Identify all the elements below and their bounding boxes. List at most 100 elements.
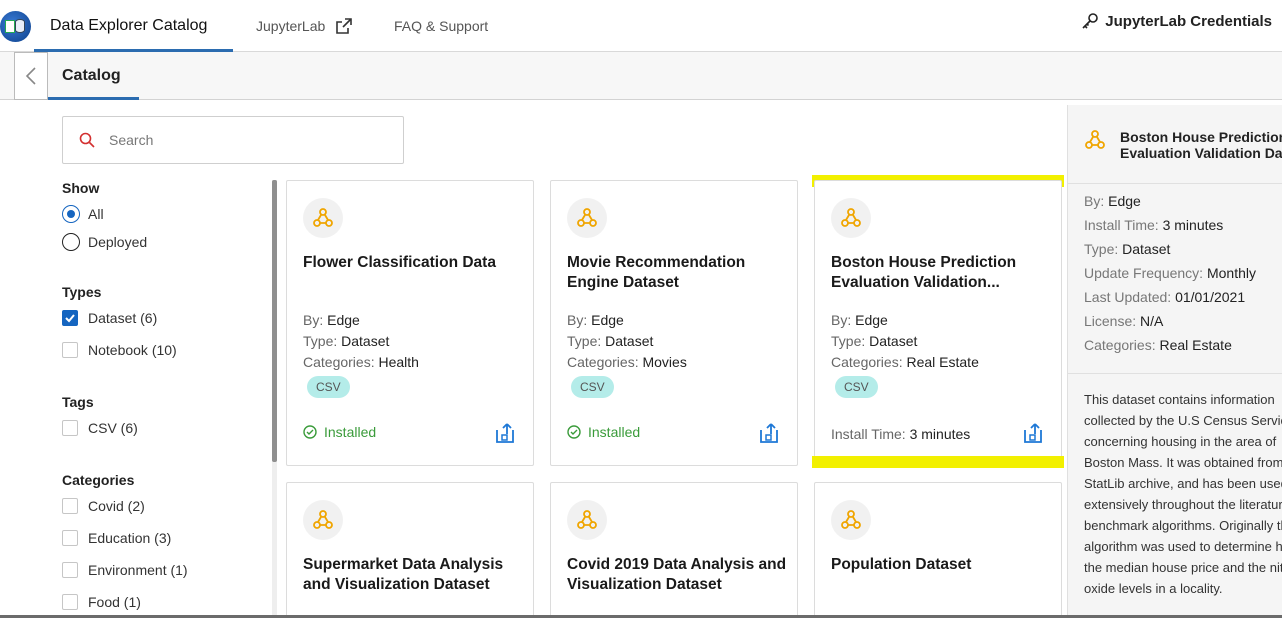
card-title: Movie Recommendation Engine Dataset [567, 254, 746, 291]
dataset-icon [831, 198, 871, 238]
sub-nav: Catalog [0, 52, 1282, 100]
checkbox[interactable] [62, 530, 78, 546]
tab-label: Catalog [62, 67, 121, 84]
csv-tag: CSV [307, 376, 350, 398]
back-button[interactable] [14, 52, 48, 100]
type-filter-dataset[interactable]: Dataset (6) [62, 310, 157, 326]
checkmark-icon [65, 314, 75, 323]
dataset-icon [567, 198, 607, 238]
checkbox[interactable] [62, 562, 78, 578]
installed-status: Installed [303, 424, 376, 440]
type-filter-notebook[interactable]: Notebook (10) [62, 342, 177, 358]
dataset-card[interactable]: Covid 2019 Data Analysis and Visualizati… [550, 482, 798, 618]
jupyterlab-credentials-button[interactable]: JupyterLab Credentials [1081, 12, 1272, 30]
option-label: CSV (6) [88, 420, 138, 436]
card-title: Covid 2019 Data Analysis and Visualizati… [567, 556, 787, 593]
tab-jupyterlab[interactable]: JupyterLab [256, 0, 353, 52]
csv-tag: CSV [571, 376, 614, 398]
dataset-icon [831, 500, 871, 540]
top-nav: Data Explorer Catalog JupyterLab FAQ & S… [0, 0, 1282, 52]
card-title: Flower Classification Data [303, 254, 496, 271]
deploy-icon[interactable] [757, 421, 781, 445]
card-by: By: Edge [303, 312, 360, 328]
tab-label: FAQ & Support [394, 18, 489, 34]
installed-status: Installed [567, 424, 640, 440]
card-title: Supermarket Data Analysis and Visualizat… [303, 556, 504, 593]
tab-label: Data Explorer Catalog [50, 17, 208, 34]
credentials-label: JupyterLab Credentials [1105, 12, 1272, 30]
category-filter-environment[interactable]: Environment (1) [62, 562, 188, 578]
card-categories: Categories: Health [303, 354, 419, 370]
filter-scrollbar-thumb[interactable] [272, 180, 277, 462]
show-option-all[interactable]: All [62, 205, 104, 223]
option-label: Deployed [88, 234, 148, 250]
detail-update-frequency: Update Frequency: Monthly [1084, 265, 1256, 281]
highlight-mark-bottom [812, 456, 1064, 468]
search-input[interactable] [109, 132, 379, 148]
card-title: Boston House Prediction Evaluation Valid… [831, 254, 1017, 291]
tab-catalog[interactable]: Catalog [48, 52, 139, 100]
card-type: Type: Dataset [831, 333, 918, 349]
search-box[interactable] [62, 116, 404, 164]
show-option-deployed[interactable]: Deployed [62, 233, 147, 251]
deploy-icon[interactable] [493, 421, 517, 445]
detail-panel: Boston House Prediction Evaluation Valid… [1067, 105, 1282, 618]
dataset-card[interactable]: Population Dataset [814, 482, 1062, 618]
csv-tag: CSV [835, 376, 878, 398]
checkbox[interactable] [62, 342, 78, 358]
dataset-card[interactable]: Flower Classification Data By: Edge Type… [286, 180, 534, 466]
category-filter-education[interactable]: Education (3) [62, 530, 171, 546]
dataset-icon [1085, 130, 1105, 149]
dataset-card[interactable]: Movie Recommendation Engine Dataset By: … [550, 180, 798, 466]
tag-filter-csv[interactable]: CSV (6) [62, 420, 138, 436]
deploy-icon[interactable] [1021, 421, 1045, 445]
option-label: Notebook (10) [88, 342, 177, 358]
divider [1068, 183, 1282, 184]
dataset-card-selected[interactable]: Boston House Prediction Evaluation Valid… [814, 180, 1062, 466]
dataset-icon [303, 198, 343, 238]
tab-label: JupyterLab [256, 18, 326, 34]
types-heading: Types [62, 284, 102, 300]
tab-data-explorer-catalog[interactable]: Data Explorer Catalog [33, 0, 234, 52]
checkbox-checked[interactable] [62, 310, 78, 326]
tags-heading: Tags [62, 394, 94, 410]
dataset-card[interactable]: Supermarket Data Analysis and Visualizat… [286, 482, 534, 618]
show-heading: Show [62, 180, 100, 196]
card-categories: Categories: Real Estate [831, 354, 979, 370]
check-circle-icon [567, 425, 581, 439]
detail-title: Boston House Prediction Evaluation Valid… [1120, 129, 1282, 161]
radio-selected[interactable] [62, 205, 80, 223]
card-type: Type: Dataset [303, 333, 390, 349]
detail-categories: Categories: Real Estate [1084, 337, 1232, 353]
categories-heading: Categories [62, 472, 135, 488]
checkbox[interactable] [62, 498, 78, 514]
option-label: Dataset (6) [88, 310, 158, 326]
option-label: All [88, 206, 104, 222]
external-link-icon [336, 18, 353, 34]
option-label: Education (3) [88, 530, 172, 546]
install-time: Install Time: 3 minutes [831, 426, 971, 442]
category-filter-food[interactable]: Food (1) [62, 594, 141, 610]
chevron-left-icon [25, 67, 36, 85]
dataset-icon [303, 500, 343, 540]
search-icon [79, 132, 95, 148]
option-label: Environment (1) [88, 562, 188, 578]
card-categories: Categories: Movies [567, 354, 687, 370]
checkbox[interactable] [62, 420, 78, 436]
divider [1068, 373, 1282, 374]
card-title: Population Dataset [831, 556, 972, 573]
tab-faq-support[interactable]: FAQ & Support [394, 0, 488, 52]
checkbox[interactable] [62, 594, 78, 610]
card-type: Type: Dataset [567, 333, 654, 349]
option-label: Covid (2) [88, 498, 145, 514]
category-filter-covid[interactable]: Covid (2) [62, 498, 145, 514]
key-icon [1082, 13, 1099, 29]
detail-install-time: Install Time: 3 minutes [1084, 217, 1224, 233]
card-by: By: Edge [831, 312, 888, 328]
dataset-icon [567, 500, 607, 540]
detail-type: Type: Dataset [1084, 241, 1171, 257]
app-logo-icon[interactable] [0, 11, 31, 42]
option-label: Food (1) [88, 594, 141, 610]
detail-last-updated: Last Updated: 01/01/2021 [1084, 289, 1246, 305]
radio[interactable] [62, 233, 80, 251]
